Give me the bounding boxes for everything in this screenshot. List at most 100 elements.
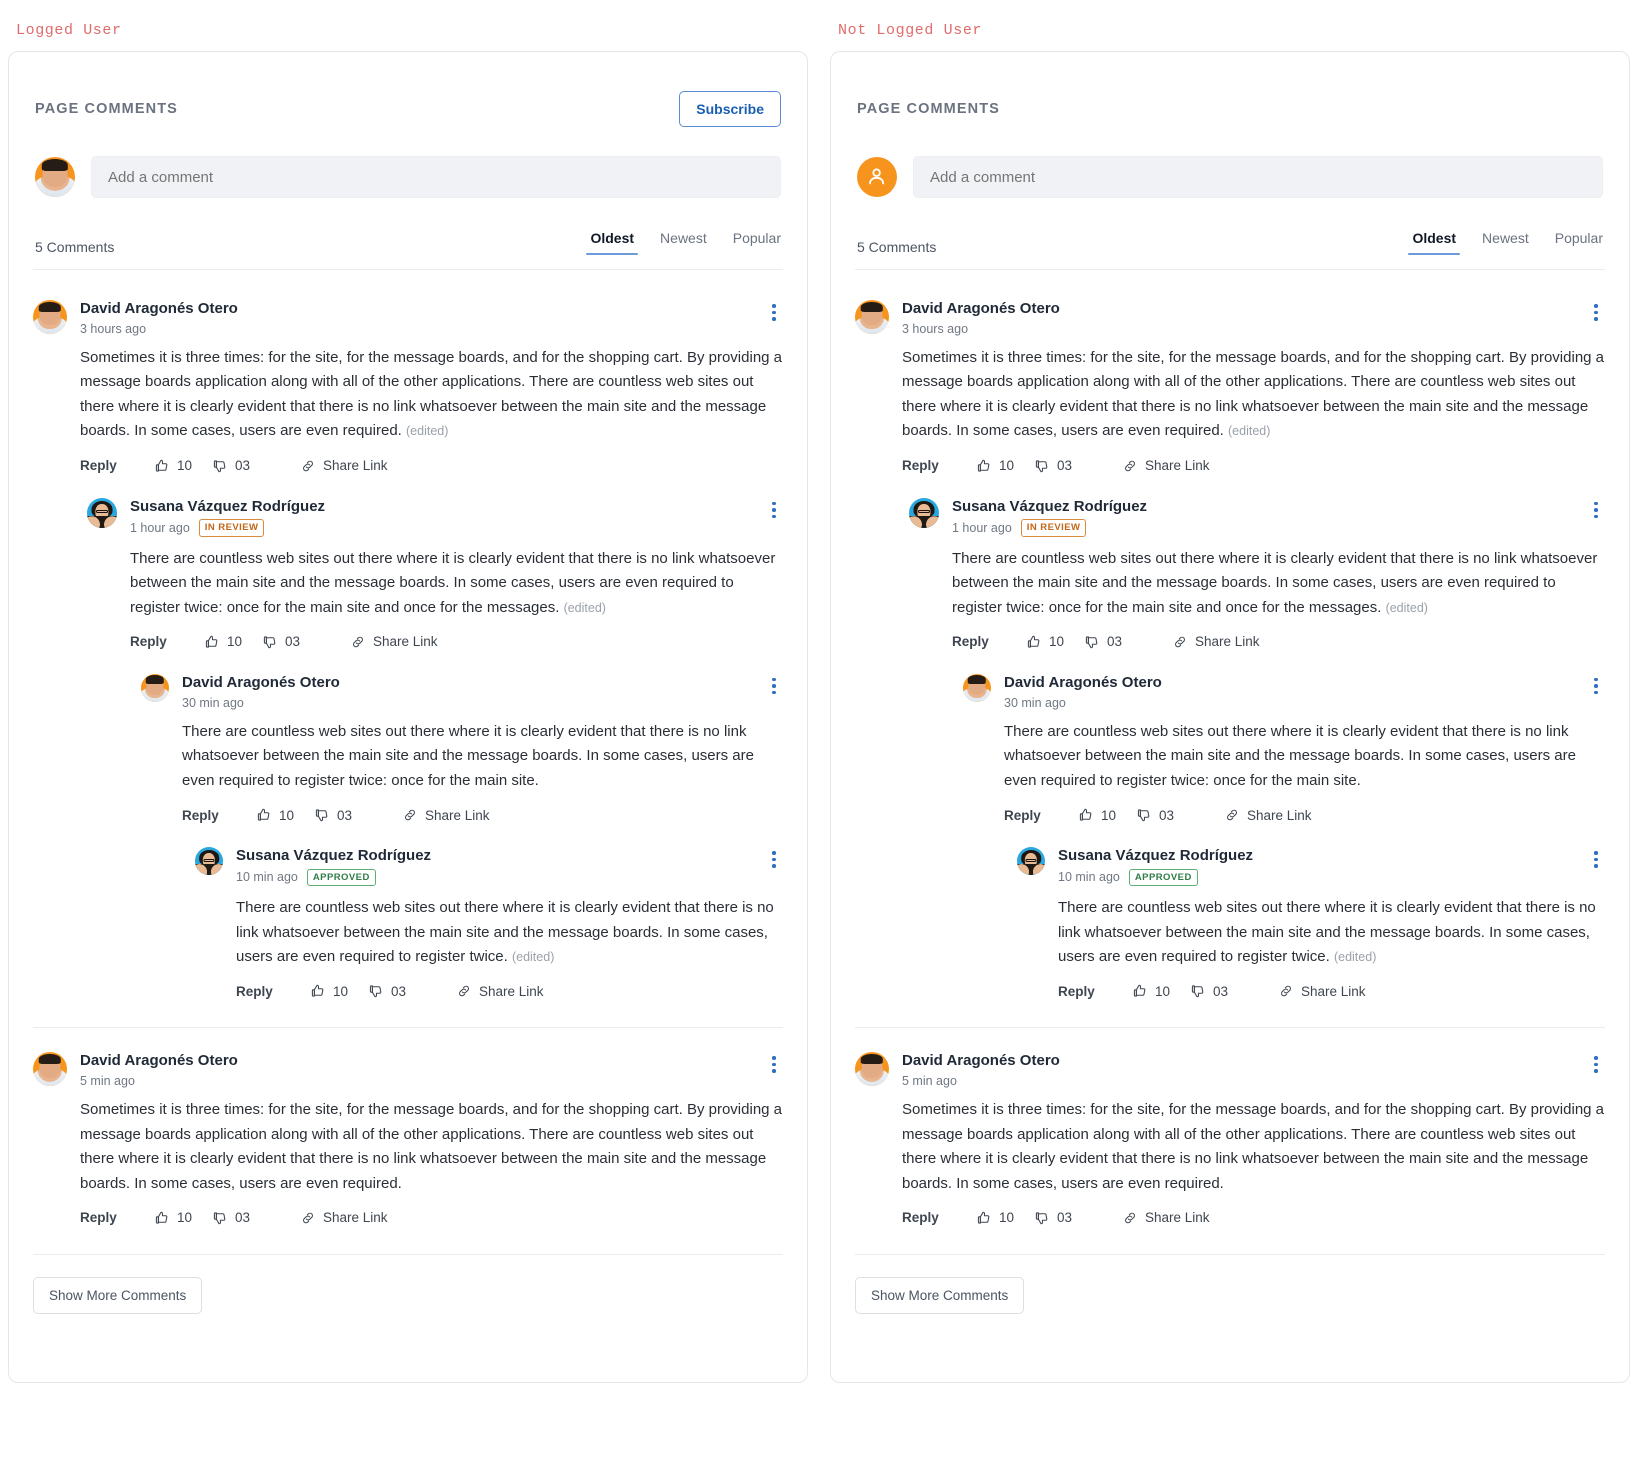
comment-menu-icon[interactable] <box>1587 300 1605 321</box>
dislike-button[interactable]: 03 <box>1136 807 1224 823</box>
like-button[interactable]: 10 <box>1026 634 1084 650</box>
show-more-comments-button[interactable]: Show More Comments <box>33 1276 203 1314</box>
comment-menu-icon[interactable] <box>765 498 783 518</box>
comment-menu-icon[interactable] <box>1587 1052 1605 1073</box>
like-button[interactable]: 10 <box>154 1210 212 1226</box>
sort-tab-newest[interactable]: Newest <box>660 230 707 255</box>
dislike-button[interactable]: 03 <box>368 983 456 999</box>
share-link-label: Share Link <box>1301 983 1366 999</box>
edited-label: (edited) <box>1228 424 1271 439</box>
show-more-comments-button[interactable]: Show More Comments <box>855 1276 1025 1314</box>
comment-author-name: David Aragonés Otero <box>1004 673 1162 691</box>
comment-header: Susana Vázquez Rodríguez 10 min ago APPROV… <box>1017 847 1605 887</box>
comment-menu-icon[interactable] <box>1587 498 1605 518</box>
comment-menu-icon[interactable] <box>765 300 783 321</box>
like-button[interactable]: 10 <box>1078 807 1136 823</box>
comment-actions: Reply 10 03 Share Link <box>33 1196 783 1226</box>
share-link-button[interactable]: Share Link <box>1122 1210 1210 1226</box>
reply-button[interactable]: Reply <box>130 634 204 649</box>
comment-text: Sometimes it is three times: for the sit… <box>80 348 783 440</box>
comparison-stage: Logged User PAGE COMMENTS Subscribe 5 Co… <box>0 0 1641 1383</box>
reply-button[interactable]: Reply <box>236 984 310 999</box>
subscribe-button[interactable]: Subscribe <box>679 91 781 127</box>
like-button[interactable]: 10 <box>310 983 368 999</box>
share-link-button[interactable]: Share Link <box>350 634 438 650</box>
reply-button[interactable]: Reply <box>1004 808 1078 823</box>
sort-tab-popular[interactable]: Popular <box>733 230 781 255</box>
add-comment-input[interactable] <box>913 156 1603 198</box>
reply-button[interactable]: Reply <box>1058 984 1132 999</box>
sort-tab-newest[interactable]: Newest <box>1482 230 1529 255</box>
share-link-label: Share Link <box>1145 458 1210 473</box>
panel-column-guest: Not Logged User PAGE COMMENTS 5 Comment <box>830 0 1630 1383</box>
share-link-button[interactable]: Share Link <box>1278 983 1366 999</box>
share-link-button[interactable]: Share Link <box>1172 634 1260 650</box>
share-link-button[interactable]: Share Link <box>402 807 490 823</box>
like-button[interactable]: 10 <box>976 458 1034 474</box>
reply-button[interactable]: Reply <box>902 1210 976 1225</box>
comment-item: David Aragonés Otero 30 min ago There are … <box>963 650 1605 823</box>
comment-timestamp: 5 min ago <box>902 1074 957 1089</box>
comment-author-name: David Aragonés Otero <box>902 1052 1060 1070</box>
like-count: 10 <box>333 983 349 999</box>
dislike-button[interactable]: 03 <box>1034 1210 1122 1226</box>
dislike-count: 03 <box>1057 458 1073 473</box>
comment-menu-icon[interactable] <box>765 1052 783 1073</box>
comment-header: David Aragonés Otero 5 min ago <box>33 1052 783 1088</box>
comment-identity: Susana Vázquez Rodríguez 1 hour ago IN REV… <box>952 498 1574 537</box>
comment-timestamp: 10 min ago <box>1058 870 1120 885</box>
share-link-button[interactable]: Share Link <box>300 1210 388 1226</box>
avatar-comment-author <box>963 673 991 702</box>
add-comment-input[interactable] <box>91 156 781 198</box>
avatar-comment-author <box>1017 847 1045 876</box>
comment-submeta: 5 min ago <box>80 1074 752 1088</box>
comment-menu-icon[interactable] <box>765 847 783 868</box>
sort-tab-oldest[interactable]: Oldest <box>586 230 638 255</box>
dislike-button[interactable]: 03 <box>1084 634 1172 650</box>
reply-button[interactable]: Reply <box>952 634 1026 649</box>
share-link-button[interactable]: Share Link <box>456 983 544 999</box>
like-button[interactable]: 10 <box>256 807 314 823</box>
dislike-button[interactable]: 03 <box>314 807 402 823</box>
avatar-comment-author <box>87 497 117 528</box>
sort-tab-oldest[interactable]: Oldest <box>1408 230 1460 255</box>
comment-menu-icon[interactable] <box>765 674 783 695</box>
share-link-label: Share Link <box>1195 634 1260 650</box>
share-link-button[interactable]: Share Link <box>1122 458 1210 474</box>
share-link-label: Share Link <box>373 634 438 650</box>
dislike-button[interactable]: 03 <box>262 634 350 650</box>
reply-button[interactable]: Reply <box>182 808 256 823</box>
dislike-button[interactable]: 03 <box>212 1210 300 1226</box>
comment-actions: Reply 10 03 Share Link <box>195 969 783 999</box>
comment-timestamp: 30 min ago <box>182 695 244 710</box>
comment-composer <box>33 130 783 198</box>
reply-button[interactable]: Reply <box>902 458 976 473</box>
share-link-button[interactable]: Share Link <box>300 458 388 474</box>
like-button[interactable]: 10 <box>204 634 262 650</box>
comment-identity: David Aragonés Otero 3 hours ago <box>902 300 1574 336</box>
like-count: 10 <box>227 634 243 650</box>
like-button[interactable]: 10 <box>976 1210 1034 1226</box>
comment-actions: Reply 10 03 Share Link <box>33 444 783 474</box>
comment-identity: Susana Vázquez Rodríguez 1 hour ago IN REV… <box>130 498 752 537</box>
dislike-button[interactable]: 03 <box>1034 458 1122 474</box>
comment-submeta: 10 min ago APPROVED <box>1058 868 1574 887</box>
like-button[interactable]: 10 <box>154 458 212 474</box>
sort-tab-popular[interactable]: Popular <box>1555 230 1603 255</box>
dislike-button[interactable]: 03 <box>1190 983 1278 999</box>
comment-menu-icon[interactable] <box>1587 674 1605 695</box>
like-button[interactable]: 10 <box>1132 983 1190 999</box>
comments-meta-bar: 5 Comments Oldest Newest Popular <box>33 198 783 270</box>
share-link-button[interactable]: Share Link <box>1224 807 1312 823</box>
comment-menu-icon[interactable] <box>1587 847 1605 868</box>
comment-item: Susana Vázquez Rodríguez 1 hour ago IN REV… <box>87 474 783 650</box>
reply-button[interactable]: Reply <box>80 1210 154 1225</box>
sort-tabs: Oldest Newest Popular <box>586 230 781 255</box>
dislike-button[interactable]: 03 <box>212 458 300 474</box>
comment-header: Susana Vázquez Rodríguez 1 hour ago IN REV… <box>909 497 1605 537</box>
reply-button[interactable]: Reply <box>80 458 154 473</box>
comment-actions: Reply 10 03 Share Link <box>909 620 1605 650</box>
comment-timestamp: 1 hour ago <box>130 520 190 535</box>
avatar-comment-author <box>909 497 939 528</box>
sort-tabs: Oldest Newest Popular <box>1408 230 1603 255</box>
